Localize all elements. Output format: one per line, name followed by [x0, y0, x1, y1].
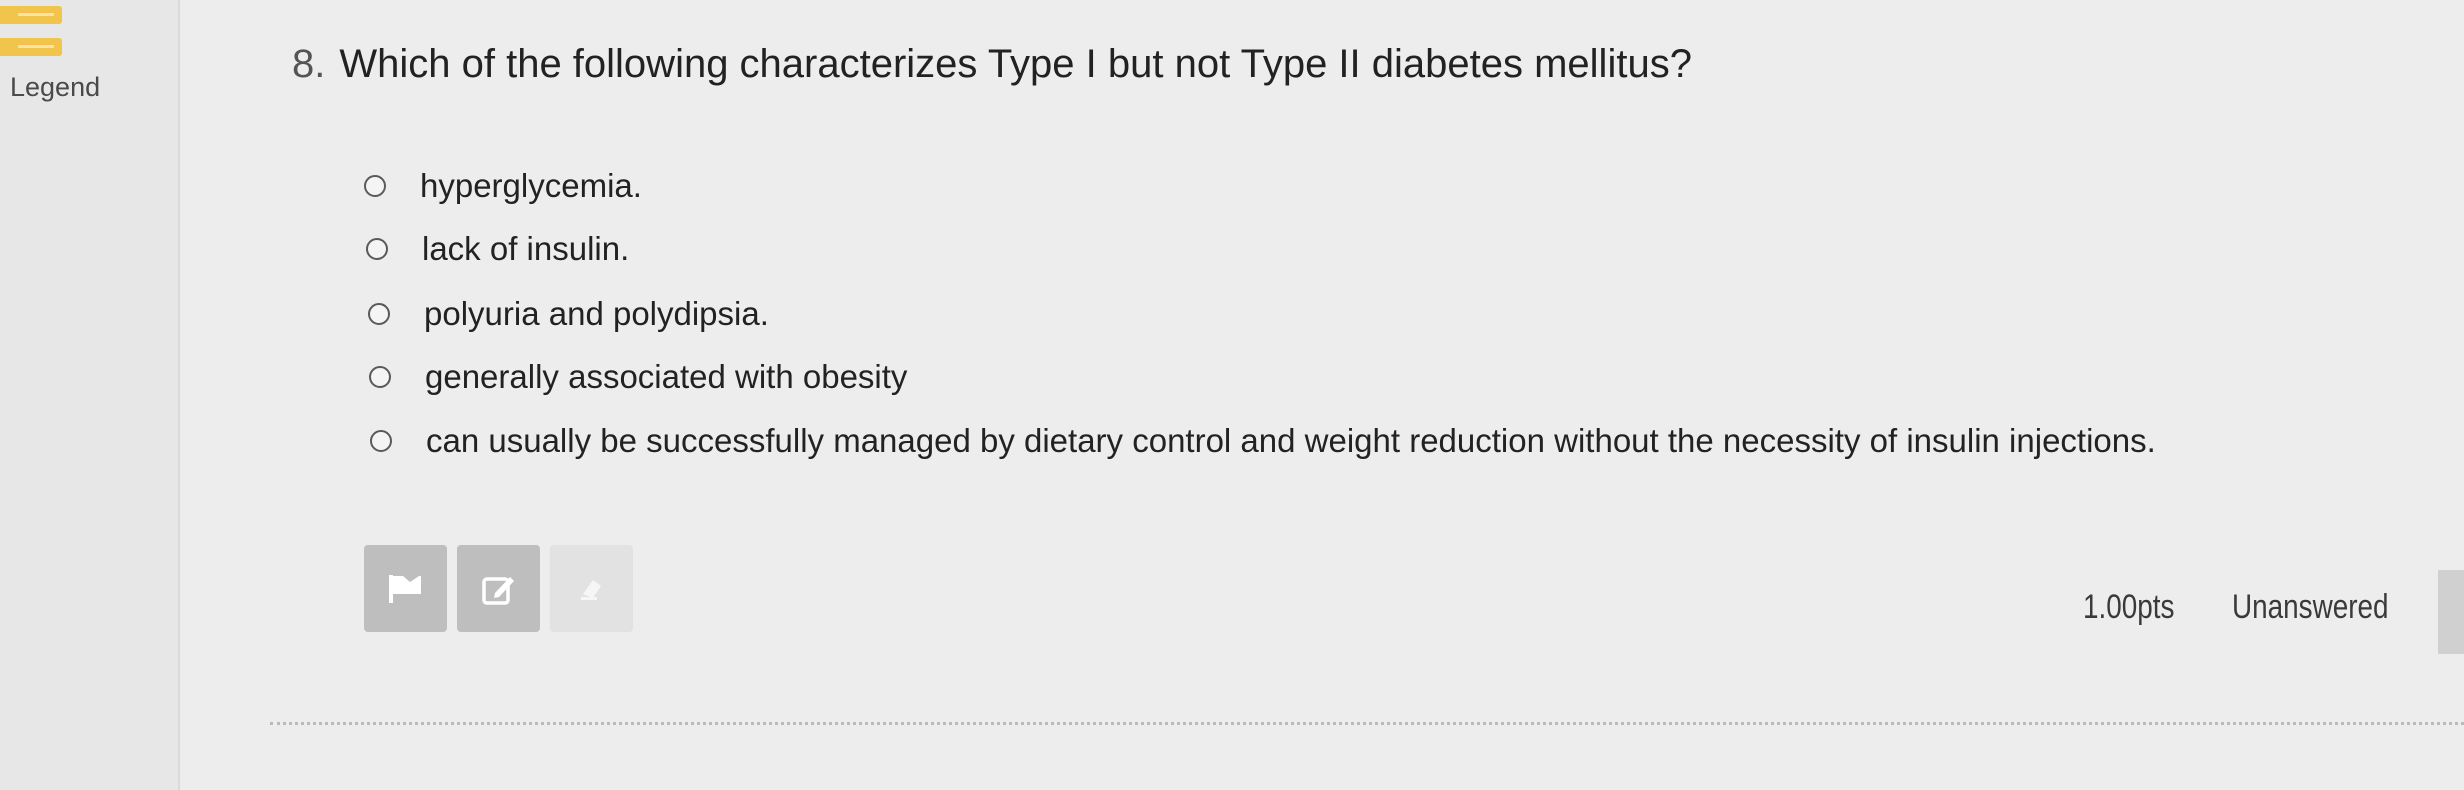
legend-swatch-top: [0, 6, 62, 24]
question-text: 8. Which of the following characterizes T…: [292, 42, 1692, 87]
divider: [270, 722, 2464, 725]
question-stem: Which of the following characterizes Typ…: [339, 42, 1692, 86]
legend-swatch-bottom: [0, 38, 62, 56]
question-number: 8.: [292, 42, 326, 86]
flag-icon: [388, 574, 421, 603]
answer-option[interactable]: lack of insulin.: [366, 230, 629, 268]
radio-button[interactable]: [366, 238, 388, 260]
answer-option[interactable]: can usually be successfully managed by d…: [370, 422, 2156, 460]
notes-button[interactable]: [457, 545, 540, 632]
answer-option[interactable]: hyperglycemia.: [364, 167, 642, 205]
sidebar: Legend: [0, 0, 180, 790]
answer-option[interactable]: polyuria and polydipsia.: [368, 295, 769, 333]
radio-button[interactable]: [370, 430, 392, 452]
answer-option-label: generally associated with obesity: [425, 358, 908, 395]
radio-button[interactable]: [364, 175, 386, 197]
side-panel-handle[interactable]: [2438, 570, 2464, 654]
answer-status: Unanswered: [2232, 588, 2389, 626]
points-value: 1.00pts: [2083, 588, 2175, 626]
edit-note-icon: [481, 576, 514, 605]
eliminate-button[interactable]: [550, 545, 633, 632]
flag-button[interactable]: [364, 545, 447, 632]
answer-option-label: hyperglycemia.: [420, 167, 642, 204]
radio-button[interactable]: [369, 366, 391, 388]
legend-label[interactable]: Legend: [10, 72, 100, 103]
eliminate-icon: [580, 579, 601, 600]
answer-option-label: lack of insulin.: [422, 230, 630, 267]
answer-option[interactable]: generally associated with obesity: [369, 358, 907, 396]
answer-option-label: polyuria and polydipsia.: [424, 295, 769, 332]
answer-option-label: can usually be successfully managed by d…: [426, 422, 2156, 459]
radio-button[interactable]: [368, 303, 390, 325]
